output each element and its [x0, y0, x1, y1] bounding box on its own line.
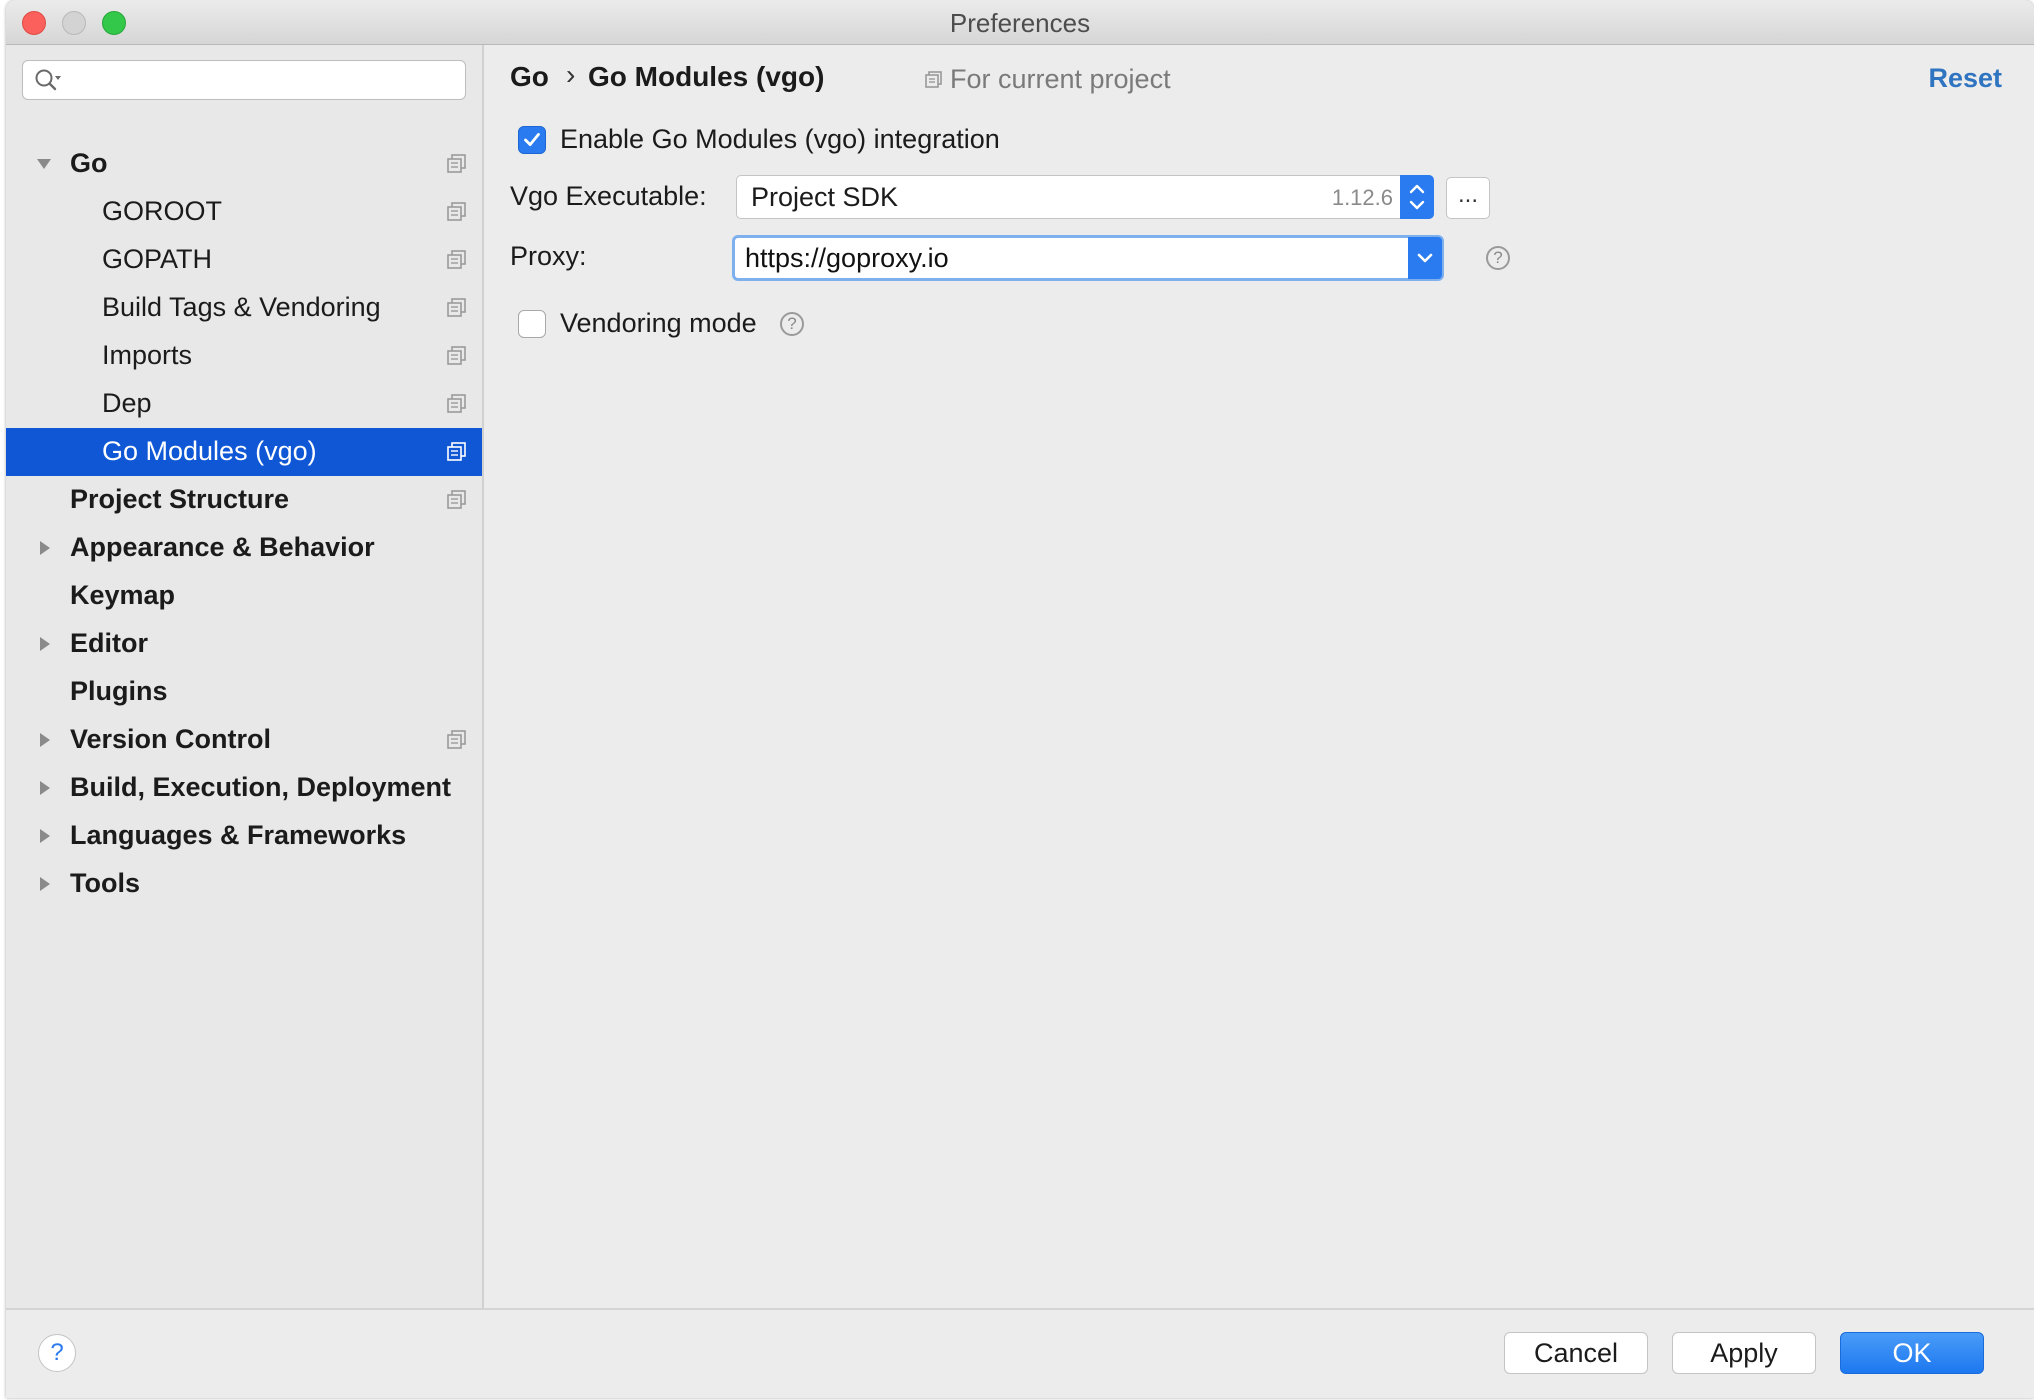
project-scope-icon [447, 298, 466, 317]
apply-button[interactable]: Apply [1672, 1332, 1816, 1374]
sidebar-item-go-modules-vgo[interactable]: Go Modules (vgo) [6, 428, 482, 476]
vendoring-mode-label: Vendoring mode [560, 308, 757, 338]
window-title: Preferences [949, 8, 1091, 38]
sidebar-item-label: Dep [102, 388, 152, 418]
sidebar-item-label: GOPATH [102, 244, 213, 274]
scope-label: For current project [950, 64, 1171, 94]
triangle-right-icon[interactable] [34, 730, 54, 750]
search-icon [35, 69, 61, 91]
sidebar-item-build-execution-deployment[interactable]: Build, Execution, Deployment [6, 764, 482, 812]
sdk-version: 1.12.6 [1331, 185, 1393, 210]
proxy-value: https://goproxy.io [745, 243, 949, 273]
triangle-down-icon[interactable] [34, 154, 54, 174]
triangle-right-icon[interactable] [34, 778, 54, 798]
breadcrumb-parent: Go [510, 61, 549, 92]
sidebar-item-dep[interactable]: Dep [6, 380, 482, 428]
chevron-down-icon [1417, 253, 1433, 263]
settings-search-input[interactable] [22, 60, 466, 100]
sidebar-item-imports[interactable]: Imports [6, 332, 482, 380]
project-scope-icon [447, 730, 466, 749]
sidebar-item-tools[interactable]: Tools [6, 860, 482, 908]
sidebar-item-label: Appearance & Behavior [70, 532, 375, 562]
sidebar-item-label: Plugins [70, 676, 168, 706]
breadcrumb-separator: › [566, 59, 576, 90]
sidebar-item-label: Go Modules (vgo) [102, 436, 317, 466]
project-scope-icon [447, 346, 466, 365]
proxy-label: Proxy: [510, 241, 587, 271]
sidebar-item-label: Project Structure [70, 484, 290, 514]
vgo-executable-value: Project SDK [751, 182, 899, 212]
sidebar-item-label: Languages & Frameworks [70, 820, 407, 850]
reset-link[interactable]: Reset [1928, 63, 2002, 94]
project-scope-icon [447, 442, 466, 461]
checkmark-icon [524, 133, 540, 147]
triangle-right-icon[interactable] [34, 874, 54, 894]
ok-button[interactable]: OK [1840, 1332, 1984, 1374]
sidebar-item-gopath[interactable]: GOPATH [6, 236, 482, 284]
sidebar-item-label: Build Tags & Vendoring [102, 292, 381, 322]
enable-go-modules-checkbox[interactable] [518, 126, 546, 154]
browse-button[interactable]: ... [1446, 177, 1490, 219]
project-scope-icon [447, 394, 466, 413]
sidebar-item-label: Imports [102, 340, 193, 370]
settings-content: Go › Go Modules (vgo) For current projec… [484, 45, 2034, 1308]
sidebar-item-label: Build, Execution, Deployment [70, 772, 452, 802]
proxy-help-icon[interactable]: ? [1486, 246, 1510, 270]
proxy-combobox[interactable]: https://goproxy.io [732, 235, 1444, 281]
chevron-up-down-icon [1409, 184, 1425, 210]
cancel-button[interactable]: Cancel [1504, 1332, 1648, 1374]
sidebar-item-label: Editor [70, 628, 148, 658]
project-scope-icon [447, 154, 466, 173]
sidebar-item-label: Tools [70, 868, 140, 898]
sidebar-item-goroot[interactable]: GOROOT [6, 188, 482, 236]
sidebar-item-languages-frameworks[interactable]: Languages & Frameworks [6, 812, 482, 860]
sidebar-item-label: Keymap [70, 580, 176, 610]
triangle-right-icon[interactable] [34, 538, 54, 558]
vendoring-mode-checkbox[interactable] [518, 310, 546, 338]
select-stepper[interactable] [1400, 175, 1434, 219]
sidebar-item-appearance-behavior[interactable]: Appearance & Behavior [6, 524, 482, 572]
help-button[interactable]: ? [38, 1334, 76, 1372]
project-scope-icon [925, 71, 942, 88]
project-scope-icon [447, 490, 466, 509]
project-scope-icon [447, 250, 466, 269]
sidebar-item-plugins[interactable]: Plugins [6, 668, 482, 716]
vgo-executable-select[interactable]: Project SDK 1.12.6 [736, 175, 1434, 219]
sidebar-item-go[interactable]: Go [6, 140, 482, 188]
sidebar-item-label: Version Control [70, 724, 272, 754]
dialog-footer: ? Cancel Apply OK [6, 1308, 2034, 1398]
vendoring-help-icon[interactable]: ? [780, 312, 804, 336]
vgo-executable-label: Vgo Executable: [510, 181, 707, 211]
project-scope-icon [447, 202, 466, 221]
preferences-window: Preferences Go GOROOT GOPATH Build Tags & V… [6, 0, 2034, 1398]
settings-sidebar: Go GOROOT GOPATH Build Tags & Vendoring Impo… [6, 45, 484, 1308]
sidebar-item-label: GOROOT [102, 196, 222, 226]
sidebar-item-keymap[interactable]: Keymap [6, 572, 482, 620]
title-bar: Preferences [6, 0, 2034, 45]
triangle-right-icon[interactable] [34, 826, 54, 846]
sidebar-item-label: Go [70, 148, 108, 178]
sidebar-item-project-structure[interactable]: Project Structure [6, 476, 482, 524]
sidebar-item-editor[interactable]: Editor [6, 620, 482, 668]
sidebar-item-build-tags-vendoring[interactable]: Build Tags & Vendoring [6, 284, 482, 332]
breadcrumb-page: Go Modules (vgo) [588, 61, 825, 92]
enable-go-modules-label: Enable Go Modules (vgo) integration [560, 124, 1000, 154]
proxy-dropdown-button[interactable] [1408, 237, 1442, 279]
sidebar-item-version-control[interactable]: Version Control [6, 716, 482, 764]
triangle-right-icon[interactable] [34, 634, 54, 654]
